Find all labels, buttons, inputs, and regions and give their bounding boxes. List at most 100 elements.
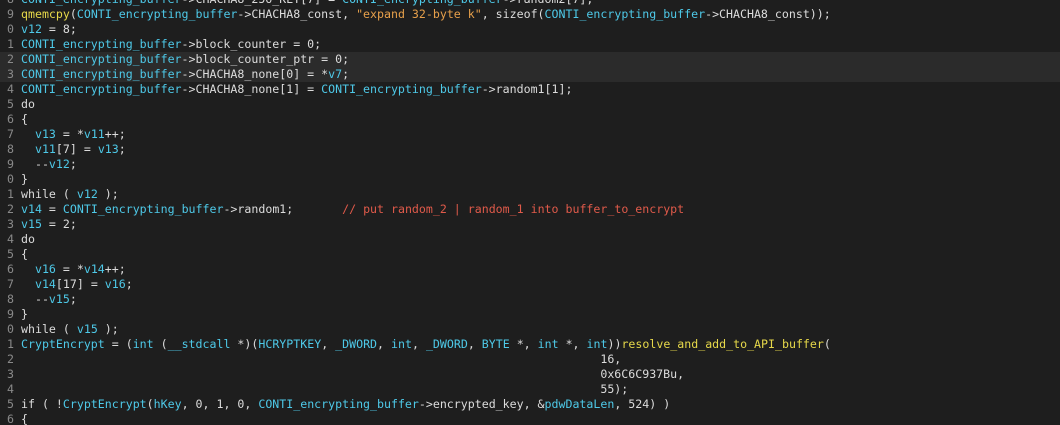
- code-text: , sizeof(: [481, 7, 545, 21]
- keyword-token: while: [21, 187, 56, 201]
- code-line[interactable]: 5 if ( !CryptEncrypt(hKey, 0, 1, 0, CONTI…: [0, 397, 1060, 412]
- code-text: }: [21, 307, 28, 321]
- code-text: ->CHACHA8_none[1] =: [181, 82, 322, 96]
- code-content: CONTI_encrypting_buffer->block_counter =…: [21, 37, 321, 52]
- code-text: --: [21, 157, 49, 171]
- code-content: }: [21, 307, 28, 322]
- code-line[interactable]: 8 CONTI_encrypting_buffer->CHACHA8_256_KE…: [0, 0, 1060, 7]
- code-line[interactable]: 7 v14[17] = v16;: [0, 277, 1060, 292]
- code-line[interactable]: 4 55);: [0, 382, 1060, 397]
- code-content: {: [21, 412, 28, 425]
- code-content: }: [21, 172, 28, 187]
- code-content: CryptEncrypt = (int (__stdcall *)(HCRYPT…: [21, 337, 831, 352]
- identifier-token: CONTI_encrypting_buffer: [76, 7, 238, 21]
- line-number: 1: [7, 187, 14, 201]
- code-text: , 524) ): [614, 397, 671, 411]
- code-line[interactable]: 2 CONTI_encrypting_buffer->block_counter_…: [0, 52, 1060, 67]
- code-text: ,: [377, 337, 392, 351]
- code-line[interactable]: 6 v16 = *v14++;: [0, 262, 1060, 277]
- identifier-token: v12: [21, 22, 42, 36]
- code-text: {: [21, 247, 28, 261]
- code-text: );: [97, 322, 119, 336]
- code-line[interactable]: 7 v13 = *v11++;: [0, 127, 1060, 142]
- identifier-token: v14: [21, 202, 42, 216]
- code-line[interactable]: 3 CONTI_encrypting_buffer->CHACHA8_none[0…: [0, 67, 1060, 82]
- code-text: = 2;: [41, 217, 77, 231]
- code-text: {: [21, 112, 28, 126]
- code-line[interactable]: 0 while ( v15 );: [0, 322, 1060, 337]
- code-text: = *: [55, 127, 84, 141]
- identifier-token: v12: [76, 187, 98, 201]
- identifier-token: _DWORD: [425, 337, 468, 351]
- code-content: v14 = CONTI_encrypting_buffer->random1; …: [21, 202, 684, 217]
- identifier-token: HCRYPTKEY: [258, 337, 322, 351]
- code-text: ->CHACHA8_none[0] = *: [181, 67, 329, 81]
- keyword-token: while: [21, 322, 56, 336]
- identifier-token: int: [537, 337, 559, 351]
- identifier-token: CONTI_encrypting_buffer: [342, 0, 503, 6]
- code-line[interactable]: 1 CONTI_encrypting_buffer->block_counter …: [0, 37, 1060, 52]
- code-content: v11[7] = v13;: [21, 142, 126, 157]
- decompiler-code-view[interactable]: 8CONTI_encrypting_buffer->CHACHA8_256_KE…: [0, 0, 1060, 425]
- code-line[interactable]: 8 v11[7] = v13;: [0, 142, 1060, 157]
- code-line[interactable]: 3 v15 = 2;: [0, 217, 1060, 232]
- keyword-token: do: [21, 232, 35, 246]
- code-text: [7] =: [55, 142, 98, 156]
- code-text: *,: [509, 337, 538, 351]
- line-number: 6: [7, 112, 14, 126]
- code-text: = (: [104, 337, 133, 351]
- code-line[interactable]: 9 qmemcpy(CONTI_encrypting_buffer->CHACHA…: [0, 7, 1060, 22]
- line-number: 9: [7, 307, 14, 321]
- code-line[interactable]: 4 CONTI_encrypting_buffer->CHACHA8_none[1…: [0, 82, 1060, 97]
- code-text: ->block_counter_ptr = 0;: [181, 52, 350, 66]
- line-number: 4: [7, 232, 14, 246]
- code-line[interactable]: 9}: [0, 307, 1060, 322]
- code-text: (: [55, 322, 77, 336]
- line-number: 1: [7, 37, 14, 51]
- code-text: 0x6C6C937Bu,: [21, 367, 685, 381]
- code-line[interactable]: 1 CryptEncrypt = (int (__stdcall *)(HCRYP…: [0, 337, 1060, 352]
- line-number: 9: [7, 157, 14, 171]
- identifier-token: CryptEncrypt: [21, 337, 105, 351]
- identifier-token: v14: [83, 262, 105, 276]
- identifier-token: hKey: [153, 397, 182, 411]
- identifier-token: int: [391, 337, 412, 351]
- identifier-token: CONTI_encrypting_buffer: [21, 82, 182, 96]
- line-number: 1: [7, 337, 14, 351]
- code-content: if ( !CryptEncrypt(hKey, 0, 1, 0, CONTI_…: [21, 397, 670, 412]
- code-text: ,: [411, 337, 426, 351]
- code-text: (: [153, 337, 168, 351]
- code-line[interactable]: 0 v12 = 8;: [0, 22, 1060, 37]
- code-line[interactable]: 5{: [0, 247, 1060, 262]
- code-text: ++;: [104, 262, 126, 276]
- code-text: *,: [558, 337, 587, 351]
- line-number: 7: [7, 127, 14, 141]
- identifier-token: pdwDataLen: [544, 397, 615, 411]
- code-content: qmemcpy(CONTI_encrypting_buffer->CHACHA8…: [21, 7, 831, 22]
- code-line[interactable]: 8 --v15;: [0, 292, 1060, 307]
- code-line[interactable]: 2 v14 = CONTI_encrypting_buffer->random1;…: [0, 202, 1060, 217]
- code-line[interactable]: 2 16,: [0, 352, 1060, 367]
- comment-token: // put random_2 | random_1 into buffer_t…: [342, 202, 685, 216]
- function-token: qmemcpy: [21, 7, 70, 21]
- code-text: ;: [342, 67, 350, 81]
- code-line[interactable]: 6{: [0, 112, 1060, 127]
- code-line[interactable]: 9 --v12;: [0, 157, 1060, 172]
- code-line[interactable]: 3 0x6C6C937Bu,: [0, 367, 1060, 382]
- code-line[interactable]: 1 while ( v12 );: [0, 187, 1060, 202]
- code-content: v13 = *v11++;: [21, 127, 126, 142]
- code-line[interactable]: 4 do: [0, 232, 1060, 247]
- code-line[interactable]: 5 do: [0, 97, 1060, 112]
- code-text: }: [21, 172, 28, 186]
- identifier-token: v12: [48, 157, 70, 171]
- line-number: 6: [7, 262, 14, 276]
- code-line[interactable]: 6{: [0, 412, 1060, 425]
- code-content: v14[17] = v16;: [21, 277, 133, 292]
- code-line[interactable]: 0}: [0, 172, 1060, 187]
- line-number: 5: [7, 97, 14, 111]
- identifier-token: int: [586, 337, 608, 351]
- code-text: ,: [321, 337, 336, 351]
- identifier-token: v15: [21, 217, 42, 231]
- code-content: --v12;: [21, 157, 77, 172]
- identifier-token: v13: [97, 142, 119, 156]
